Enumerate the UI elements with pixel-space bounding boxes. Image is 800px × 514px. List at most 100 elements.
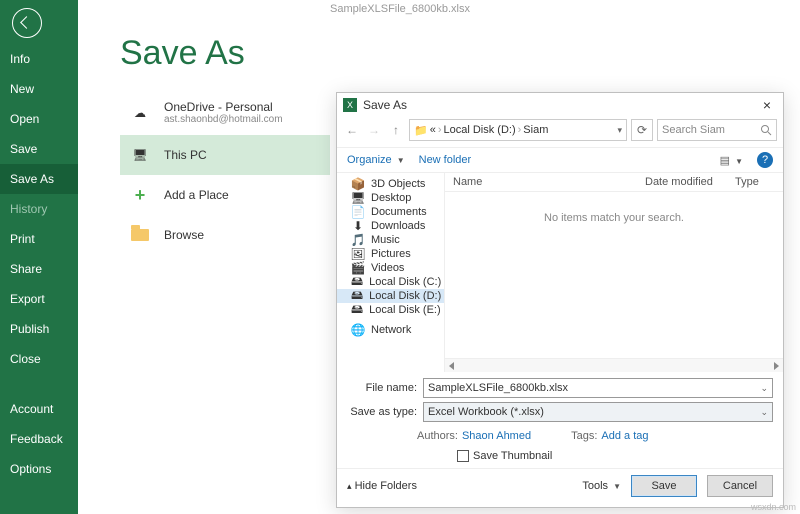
window-title: SampleXLSFile_6800kb.xlsx: [0, 0, 800, 18]
horizontal-scrollbar[interactable]: [445, 358, 783, 372]
sidebar-item-info[interactable]: Info: [0, 44, 78, 74]
tree-item-desktop[interactable]: 🖥 Desktop: [337, 191, 444, 205]
tags-label: Tags:: [571, 430, 597, 442]
tree-item-icon: 🎵: [351, 234, 365, 246]
authors-value[interactable]: Shaon Ahmed: [462, 430, 531, 442]
place-this-pc[interactable]: 🖥This PC: [120, 135, 330, 175]
breadcrumb[interactable]: 📁 « › Local Disk (D:) › Siam ▾: [409, 119, 627, 141]
col-type[interactable]: Type: [735, 176, 775, 188]
saveastype-label: Save as type:: [347, 406, 417, 418]
save-button[interactable]: Save: [631, 475, 697, 497]
sidebar-item-export[interactable]: Export: [0, 284, 78, 314]
sidebar-item-open[interactable]: Open: [0, 104, 78, 134]
sidebar-item-close[interactable]: Close: [0, 344, 78, 374]
close-icon[interactable]: ×: [757, 97, 777, 113]
nav-fwd-icon[interactable]: →: [365, 123, 383, 137]
dialog-title: Save As: [363, 98, 407, 112]
tree-item-downloads[interactable]: ⬇Downloads: [337, 219, 444, 233]
view-menu-icon[interactable]: ▤ ▼: [720, 154, 743, 167]
sidebar-item-account[interactable]: Account: [0, 394, 78, 424]
cancel-button[interactable]: Cancel: [707, 475, 773, 497]
crumb-root[interactable]: «: [430, 124, 436, 136]
file-list-empty: No items match your search.: [445, 192, 783, 358]
dialog-footer: ▴ Hide Folders Tools ▼ Save Cancel: [337, 468, 783, 507]
sidebar-item-feedback[interactable]: Feedback: [0, 424, 78, 454]
sidebar-item-history[interactable]: History: [0, 194, 78, 224]
tree-item-label: Pictures: [371, 248, 411, 260]
tree-item-network[interactable]: 🌐Network: [337, 323, 444, 337]
sidebar-item-share[interactable]: Share: [0, 254, 78, 284]
sidebar-menu: InfoNewOpenSaveSave AsHistoryPrintShareE…: [0, 44, 78, 374]
tree-item-icon: ⬇: [351, 220, 365, 232]
file-list-pane: Name Date modified Type No items match y…: [445, 173, 783, 372]
tree-item--d-objects[interactable]: 📦 3D Objects: [337, 177, 444, 191]
tree-item-label: Music: [371, 234, 400, 246]
page-title: Save As: [120, 34, 245, 73]
tree-item-icon: 📦: [351, 178, 365, 190]
new-folder-button[interactable]: New folder: [419, 154, 472, 166]
saveastype-select[interactable]: Excel Workbook (*.xlsx)⌄: [423, 402, 773, 422]
crumb-1[interactable]: Local Disk (D:): [444, 124, 516, 136]
sidebar-item-save-as[interactable]: Save As: [0, 164, 78, 194]
save-thumbnail-checkbox[interactable]: [457, 450, 469, 462]
tree-item-label: Local Disk (D:): [369, 290, 441, 302]
tree-item-label: Local Disk (C:): [369, 276, 441, 288]
crumb-2[interactable]: Siam: [523, 124, 548, 136]
tree-item-local-disk-e-[interactable]: 🖴 Local Disk (E:): [337, 303, 444, 317]
sidebar-item-print[interactable]: Print: [0, 224, 78, 254]
hide-folders-toggle[interactable]: ▴ Hide Folders: [347, 480, 417, 492]
authors-label: Authors:: [417, 430, 458, 442]
tree-item-label: Documents: [371, 206, 427, 218]
dialog-nav: ← → ↑ 📁 « › Local Disk (D:) › Siam ▾ ⟳ S…: [337, 117, 783, 147]
tree-item-pictures[interactable]: 🖼 Pictures: [337, 247, 444, 261]
organize-menu[interactable]: Organize ▼: [347, 154, 405, 166]
search-icon: [760, 124, 772, 136]
search-input[interactable]: Search Siam: [657, 119, 777, 141]
tree-item-music[interactable]: 🎵 Music: [337, 233, 444, 247]
filename-input[interactable]: SampleXLSFile_6800kb.xlsx⌄: [423, 378, 773, 398]
sidebar-item-new[interactable]: New: [0, 74, 78, 104]
tags-value[interactable]: Add a tag: [601, 430, 648, 442]
refresh-icon[interactable]: ⟳: [631, 119, 653, 141]
chevron-down-icon[interactable]: ▾: [617, 125, 622, 136]
help-icon[interactable]: ?: [757, 152, 773, 168]
place-add-a-place[interactable]: +Add a Place: [120, 175, 330, 215]
place-browse[interactable]: Browse: [120, 215, 330, 255]
tree-item-label: Local Disk (E:): [369, 304, 441, 316]
chevron-down-icon[interactable]: ⌄: [760, 383, 768, 394]
tree-item-icon: 🖥: [351, 192, 365, 204]
file-meta: Authors: Shaon Ahmed Tags: Add a tag: [337, 428, 783, 444]
col-name[interactable]: Name: [453, 176, 645, 188]
tree-item-icon: 📄: [351, 206, 365, 218]
tree-item-label: Videos: [371, 262, 404, 274]
dialog-titlebar: X Save As ×: [337, 93, 783, 117]
file-list-header: Name Date modified Type: [445, 173, 783, 192]
chevron-down-icon[interactable]: ⌄: [760, 407, 768, 418]
save-thumbnail-label: Save Thumbnail: [473, 450, 552, 462]
col-date[interactable]: Date modified: [645, 176, 735, 188]
nav-up-icon[interactable]: ↑: [387, 123, 405, 137]
save-places-list: ☁OneDrive - Personalast.shaonbd@hotmail.…: [120, 90, 330, 255]
tree-item-documents[interactable]: 📄 Documents: [337, 205, 444, 219]
nav-back-icon[interactable]: ←: [343, 123, 361, 137]
watermark: wsxdn.com: [751, 502, 796, 512]
place-onedrive-personal[interactable]: ☁OneDrive - Personalast.shaonbd@hotmail.…: [120, 90, 330, 135]
sidebar-item-options[interactable]: Options: [0, 454, 78, 484]
tree-item-icon: 🖼: [351, 248, 365, 260]
sidebar-item-publish[interactable]: Publish: [0, 314, 78, 344]
tree-item-icon: 🌐: [351, 324, 365, 336]
place-title: Add a Place: [164, 188, 229, 202]
sidebar-footer: AccountFeedbackOptions: [0, 394, 78, 484]
search-placeholder: Search Siam: [662, 124, 725, 136]
sidebar-item-save[interactable]: Save: [0, 134, 78, 164]
tree-item-icon: 🖴: [351, 304, 363, 316]
place-sub: ast.shaonbd@hotmail.com: [164, 114, 283, 125]
tree-item-label: Desktop: [371, 192, 411, 204]
dialog-form: File name: SampleXLSFile_6800kb.xlsx⌄ Sa…: [337, 372, 783, 428]
tools-menu[interactable]: Tools ▼: [582, 480, 621, 492]
tree-item-label: 3D Objects: [371, 178, 425, 190]
place-title: This PC: [164, 148, 207, 162]
back-button[interactable]: [12, 8, 42, 38]
folder-icon: [128, 225, 152, 245]
onedrive-icon: ☁: [128, 103, 152, 123]
